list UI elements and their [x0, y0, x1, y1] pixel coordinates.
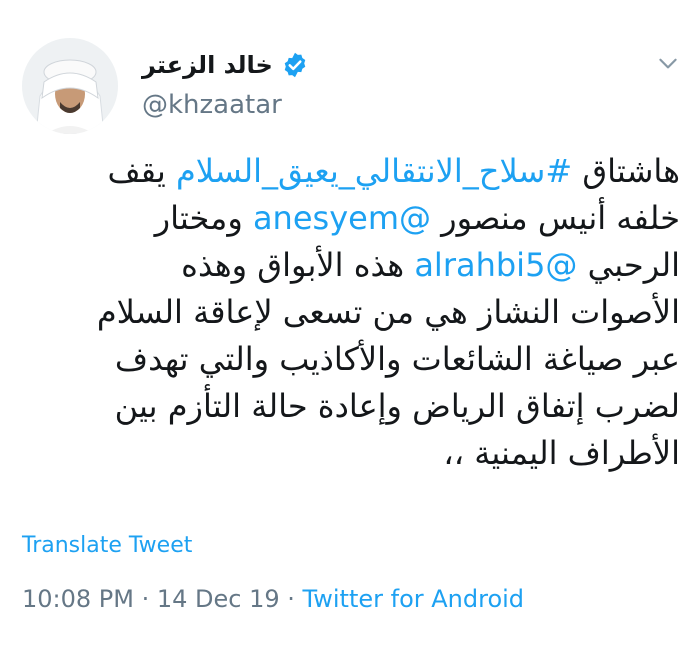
tweet-line: لضرب إتفاق الرياض وإعادة حالة التأزم بين [22, 383, 680, 430]
tweet-line: خلفه أنيس منصور @anesyem ومختار [22, 195, 680, 242]
tweet-text-segment: الرحبي [577, 246, 680, 284]
tweet-text-segment: لضرب إتفاق الرياض وإعادة حالة التأزم بين [114, 387, 680, 425]
author-handle[interactable]: @khzaatar [142, 90, 282, 120]
tweet-date: 14 Dec 19 [156, 585, 280, 613]
tweet-text: هاشتاق #سلاح_الانتقالي_يعيق_السلام يقف خ… [22, 148, 680, 477]
tweet-text-segment: الأطراف اليمنية ،، [443, 434, 680, 472]
translate-tweet-link[interactable]: Translate Tweet [22, 533, 192, 558]
verified-badge-icon [281, 51, 309, 79]
chevron-down-icon[interactable] [655, 50, 681, 76]
display-name[interactable]: خالد الزعتر [142, 51, 273, 79]
tweet-line: هاشتاق #سلاح_الانتقالي_يعيق_السلام يقف [22, 148, 680, 195]
tweet-time: 10:08 PM [22, 585, 134, 613]
tweet-line: عبر صياغة الشائعات والأكاذيب والتي تهدف [22, 336, 680, 383]
mention-link[interactable]: @alrahbi5 [414, 246, 577, 284]
meta-separator: · [133, 585, 157, 613]
tweet-text-segment: هذه الأبواق وهذه [181, 246, 415, 284]
meta-separator: · [279, 585, 303, 613]
hashtag-link[interactable]: #سلاح_الانتقالي_يعيق_السلام [176, 152, 572, 190]
tweet-line: الأصوات النشاز هي من تسعى لإعاقة السلام [22, 289, 680, 336]
avatar-image [22, 38, 118, 134]
tweet-source-link[interactable]: Twitter for Android [303, 585, 524, 613]
tweet-text-segment: عبر صياغة الشائعات والأكاذيب والتي تهدف [114, 340, 680, 378]
tweet-text-segment: خلفه أنيس منصور [430, 199, 680, 237]
tweet-text-segment: ومختار [154, 199, 253, 237]
avatar[interactable] [22, 38, 118, 134]
tweet-text-segment: الأصوات النشاز هي من تسعى لإعاقة السلام [96, 293, 680, 331]
mention-link[interactable]: @anesyem [253, 199, 431, 237]
tweet-text-segment: يقف [107, 152, 176, 190]
tweet-line: الأطراف اليمنية ،، [22, 430, 680, 477]
tweet-meta: 10:08 PM · 14 Dec 19 · Twitter for Andro… [22, 585, 524, 613]
author-name-row[interactable]: خالد الزعتر [142, 47, 309, 83]
tweet-text-segment: هاشتاق [572, 152, 680, 190]
tweet-line: الرحبي @alrahbi5 هذه الأبواق وهذه [22, 242, 680, 289]
